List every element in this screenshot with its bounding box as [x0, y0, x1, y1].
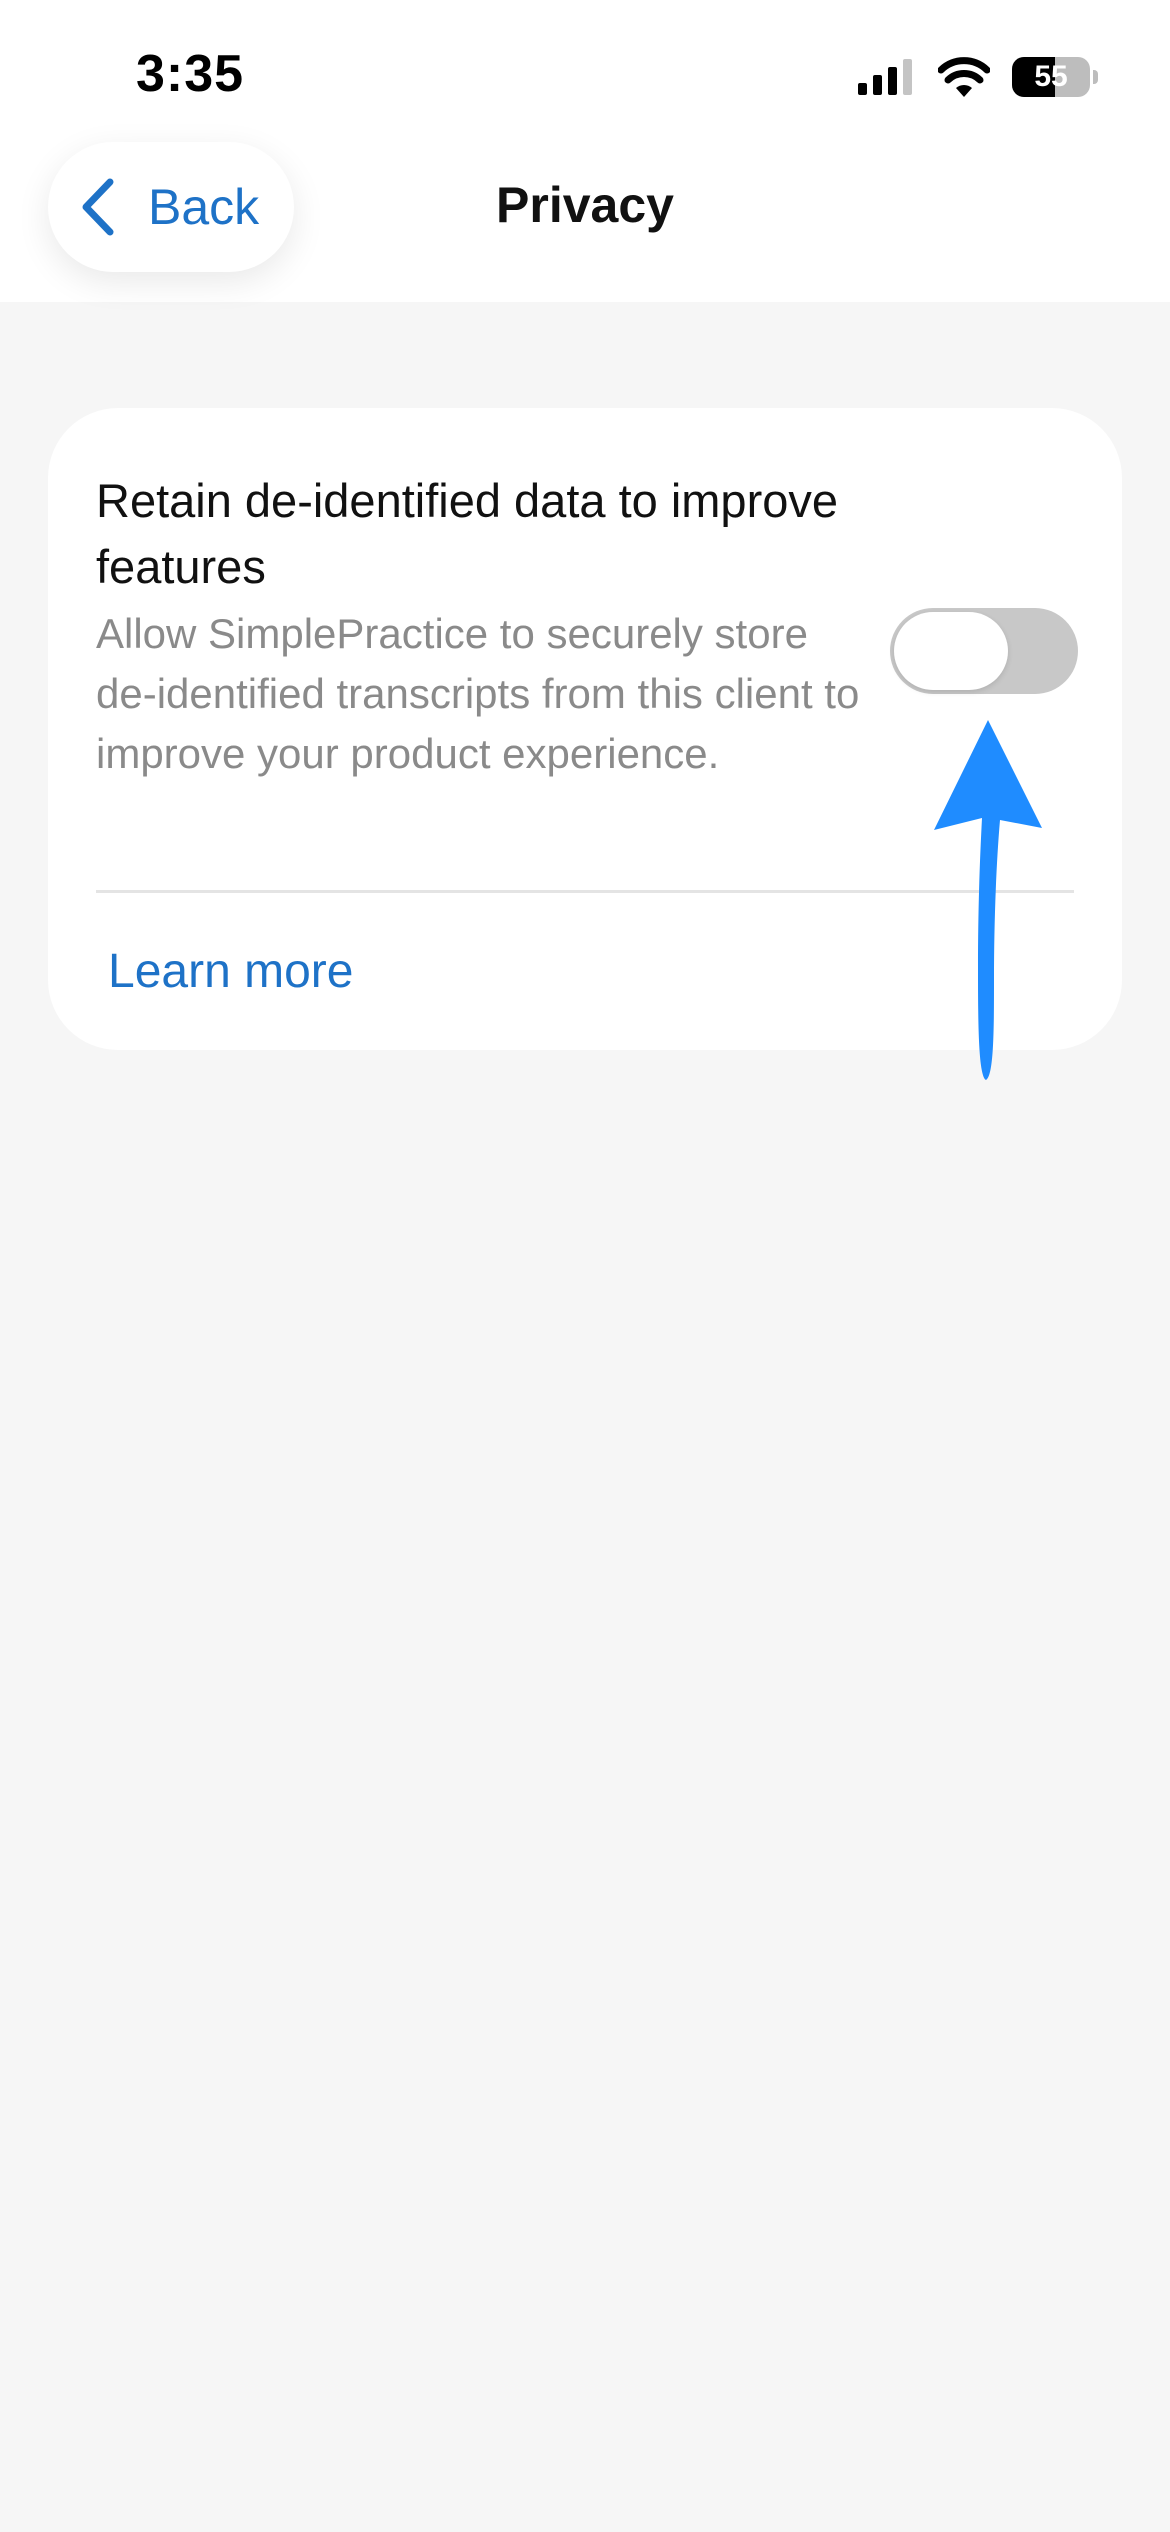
navigation-header: 3:35 55 Back Privacy: [0, 0, 1170, 302]
learn-more-link[interactable]: Learn more: [108, 944, 353, 999]
cellular-signal-icon: [858, 59, 912, 95]
retain-data-toggle[interactable]: [890, 608, 1078, 694]
annotation-arrow-icon: [934, 720, 1042, 1080]
wifi-icon: [938, 57, 990, 97]
setting-title: Retain de-identified data to improve fea…: [96, 474, 838, 593]
toggle-knob: [894, 612, 1008, 690]
status-time: 3:35: [136, 45, 245, 103]
battery-icon: 55: [1012, 57, 1098, 97]
page-title: Privacy: [496, 177, 674, 233]
setting-description: Allow SimplePractice to securely store d…: [96, 610, 860, 777]
battery-level: 55: [1034, 60, 1068, 93]
status-icons: 55: [858, 52, 1098, 102]
